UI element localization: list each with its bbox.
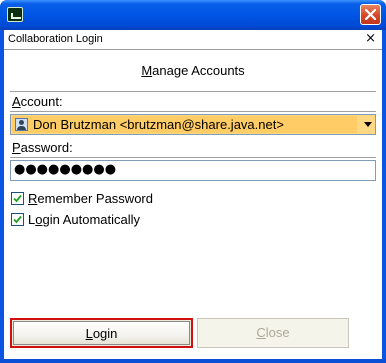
account-label: Account:: [12, 94, 63, 109]
dialog-title: Collaboration Login: [8, 33, 103, 45]
dialog-client-area: Collaboration Login × Manage Accounts Ac…: [4, 30, 382, 359]
login-automatically-label: Login Automatically: [28, 212, 140, 227]
password-label: Password:: [12, 140, 73, 155]
password-field[interactable]: ●●●●●●●●●: [10, 160, 376, 181]
dialog-header: Collaboration Login ×: [4, 30, 382, 50]
window-titlebar[interactable]: [0, 0, 386, 30]
login-panel: Manage Accounts Account: Don Brutzman <b…: [4, 50, 382, 359]
account-dropdown-selection: Don Brutzman <brutzman@share.java.net>: [12, 116, 357, 133]
close-mnemonic: C: [256, 325, 266, 340]
auto-login-label-text: gin Automatically: [42, 212, 141, 227]
window-close-button[interactable]: [360, 4, 381, 25]
window-bottom-border: [0, 359, 386, 363]
manage-accounts-link[interactable]: Manage Accounts: [4, 63, 382, 78]
password-label-text: assword:: [20, 140, 73, 155]
close-label-text: lose: [265, 325, 290, 340]
login-window: Collaboration Login × Manage Accounts Ac…: [0, 0, 386, 363]
user-account-icon: [15, 118, 28, 131]
close-icon: [365, 9, 376, 20]
remember-password-checkbox-box[interactable]: [11, 192, 24, 205]
login-label-text: ogin: [92, 326, 118, 341]
remember-password-label: Remember Password: [28, 191, 153, 206]
checkmark-icon: [13, 194, 22, 203]
separator: [10, 91, 376, 92]
remember-label-text: emember Password: [37, 191, 153, 206]
password-underline: [10, 157, 376, 158]
account-dropdown[interactable]: Don Brutzman <brutzman@share.java.net>: [10, 114, 376, 135]
account-label-mnemonic: A: [12, 94, 21, 109]
checkmark-icon: [13, 215, 22, 224]
login-mnemonic: L: [85, 326, 93, 341]
login-button-face: Login: [13, 321, 190, 345]
login-automatically-checkbox-box[interactable]: [11, 213, 24, 226]
close-button: Close: [197, 318, 349, 348]
manage-accounts-label: anage Accounts: [152, 63, 245, 78]
remember-mnemonic: R: [28, 191, 38, 206]
chevron-down-icon[interactable]: [364, 122, 372, 127]
dialog-close-icon[interactable]: ×: [365, 31, 376, 46]
account-underline: [10, 111, 376, 112]
login-button[interactable]: Login: [10, 318, 193, 348]
password-masked-value: ●●●●●●●●●: [14, 162, 117, 177]
manage-accounts-mnemonic: M: [141, 63, 153, 78]
account-label-text: ccount:: [20, 94, 63, 109]
account-selected-value: Don Brutzman <brutzman@share.java.net>: [33, 117, 284, 132]
password-label-mnemonic: P: [12, 140, 21, 155]
java-app-icon: [7, 7, 23, 22]
